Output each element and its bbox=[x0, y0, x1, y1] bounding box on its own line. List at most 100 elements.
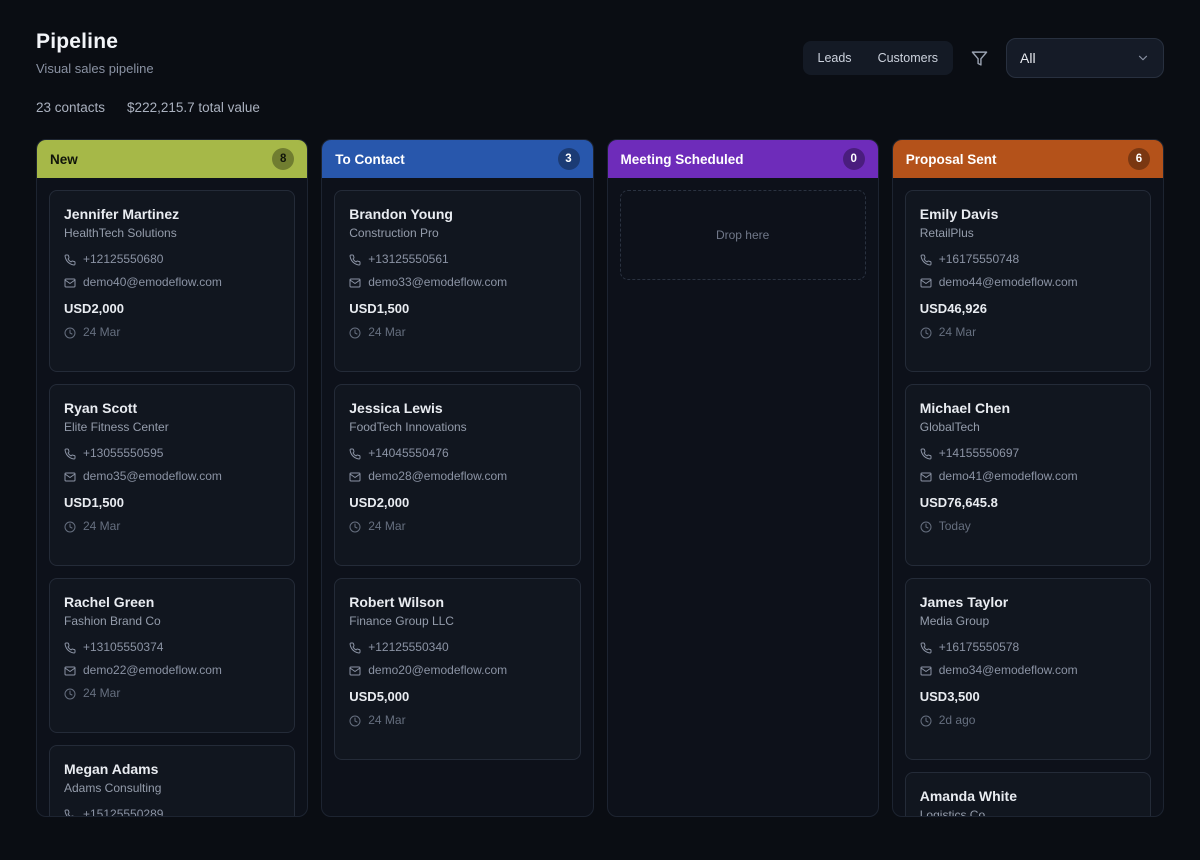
mail-icon bbox=[920, 665, 932, 677]
drop-zone[interactable]: Drop here bbox=[620, 190, 866, 280]
contact-name: Emily Davis bbox=[920, 205, 1136, 223]
column-title: Proposal Sent bbox=[906, 152, 997, 167]
contact-date-row: Today bbox=[920, 518, 1136, 535]
contact-name: Megan Adams bbox=[64, 760, 280, 778]
page-header: Pipeline Visual sales pipeline Leads Cus… bbox=[36, 30, 1164, 78]
pipeline-column: New 8 Jennifer Martinez HealthTech Solut… bbox=[36, 139, 308, 817]
tab-customers[interactable]: Customers bbox=[865, 43, 951, 73]
contact-phone-row: +16175550578 bbox=[920, 639, 1136, 656]
contact-phone-row: +12125550340 bbox=[349, 639, 565, 656]
mail-icon bbox=[64, 277, 76, 289]
contact-date-row: 24 Mar bbox=[349, 712, 565, 729]
contact-phone: +12125550340 bbox=[368, 639, 448, 656]
phone-icon bbox=[64, 448, 76, 460]
contact-email-row: demo44@emodeflow.com bbox=[920, 274, 1136, 291]
contact-value: USD46,926 bbox=[920, 299, 1136, 318]
view-tab-group: Leads Customers bbox=[803, 41, 954, 75]
column-body: Jennifer Martinez HealthTech Solutions +… bbox=[37, 178, 307, 816]
column-body: Drop here bbox=[608, 178, 878, 816]
contact-phone: +13105550374 bbox=[83, 639, 163, 656]
phone-icon bbox=[920, 254, 932, 266]
chevron-down-icon bbox=[1136, 51, 1150, 65]
contact-card[interactable]: Jennifer Martinez HealthTech Solutions +… bbox=[49, 190, 295, 372]
contact-card[interactable]: Emily Davis RetailPlus +16175550748 demo… bbox=[905, 190, 1151, 372]
contact-card[interactable]: Jessica Lewis FoodTech Innovations +1404… bbox=[334, 384, 580, 566]
contact-email: demo22@emodeflow.com bbox=[83, 662, 222, 679]
clock-icon bbox=[64, 688, 76, 700]
contact-phone: +13055550595 bbox=[83, 445, 163, 462]
tab-leads[interactable]: Leads bbox=[805, 43, 865, 73]
contact-phone: +16175550748 bbox=[939, 251, 1019, 268]
contact-date: Today bbox=[939, 518, 971, 535]
contact-date: 24 Mar bbox=[83, 324, 120, 341]
column-count-badge: 0 bbox=[843, 148, 865, 170]
contact-name: Ryan Scott bbox=[64, 399, 280, 417]
contacts-count: 23 contacts bbox=[36, 100, 105, 115]
contact-company: FoodTech Innovations bbox=[349, 419, 565, 435]
contact-company: Adams Consulting bbox=[64, 780, 280, 796]
phone-icon bbox=[920, 448, 932, 460]
contact-email: demo40@emodeflow.com bbox=[83, 274, 222, 291]
contact-card[interactable]: Robert Wilson Finance Group LLC +1212555… bbox=[334, 578, 580, 760]
contact-date-row: 2d ago bbox=[920, 712, 1136, 729]
contact-date-row: 24 Mar bbox=[64, 324, 280, 341]
contact-date: 24 Mar bbox=[939, 324, 976, 341]
contact-card[interactable]: Michael Chen GlobalTech +14155550697 dem… bbox=[905, 384, 1151, 566]
contact-card[interactable]: Brandon Young Construction Pro +13125550… bbox=[334, 190, 580, 372]
contact-company: Fashion Brand Co bbox=[64, 613, 280, 629]
clock-icon bbox=[64, 327, 76, 339]
mail-icon bbox=[64, 665, 76, 677]
column-body: Emily Davis RetailPlus +16175550748 demo… bbox=[893, 178, 1163, 816]
mail-icon bbox=[920, 471, 932, 483]
clock-icon bbox=[349, 715, 361, 727]
contact-card[interactable]: Megan Adams Adams Consulting +1512555028… bbox=[49, 745, 295, 816]
phone-icon bbox=[64, 254, 76, 266]
filter-dropdown[interactable]: All bbox=[1006, 38, 1164, 78]
contact-email: demo34@emodeflow.com bbox=[939, 662, 1078, 679]
contact-email-row: demo33@emodeflow.com bbox=[349, 274, 565, 291]
contact-card[interactable]: James Taylor Media Group +16175550578 de… bbox=[905, 578, 1151, 760]
summary-bar: 23 contacts $222,215.7 total value bbox=[36, 100, 1164, 115]
drop-zone-label: Drop here bbox=[716, 228, 769, 242]
title-block: Pipeline Visual sales pipeline bbox=[36, 30, 154, 76]
contact-card[interactable]: Ryan Scott Elite Fitness Center +1305555… bbox=[49, 384, 295, 566]
contact-email-row: demo41@emodeflow.com bbox=[920, 468, 1136, 485]
contact-company: Construction Pro bbox=[349, 225, 565, 241]
contact-email-row: demo20@emodeflow.com bbox=[349, 662, 565, 679]
contact-email-row: demo28@emodeflow.com bbox=[349, 468, 565, 485]
contact-email: demo41@emodeflow.com bbox=[939, 468, 1078, 485]
phone-icon bbox=[349, 448, 361, 460]
contact-value: USD76,645.8 bbox=[920, 493, 1136, 512]
pipeline-column: Meeting Scheduled 0 Drop here bbox=[607, 139, 879, 817]
total-value: $222,215.7 total value bbox=[127, 100, 260, 115]
contact-name: Michael Chen bbox=[920, 399, 1136, 417]
contact-date-row: 24 Mar bbox=[349, 518, 565, 535]
contact-company: Elite Fitness Center bbox=[64, 419, 280, 435]
column-header: To Contact 3 bbox=[322, 140, 592, 178]
contact-phone: +15125550289 bbox=[83, 806, 163, 816]
contact-name: Amanda White bbox=[920, 787, 1136, 805]
contact-email-row: demo22@emodeflow.com bbox=[64, 662, 280, 679]
contact-phone-row: +14045550476 bbox=[349, 445, 565, 462]
contact-value: USD1,500 bbox=[349, 299, 565, 318]
column-title: Meeting Scheduled bbox=[621, 152, 744, 167]
contact-date: 24 Mar bbox=[368, 324, 405, 341]
contact-name: Jennifer Martinez bbox=[64, 205, 280, 223]
contact-company: GlobalTech bbox=[920, 419, 1136, 435]
column-title: New bbox=[50, 152, 78, 167]
contact-email-row: demo40@emodeflow.com bbox=[64, 274, 280, 291]
contact-date: 2d ago bbox=[939, 712, 976, 729]
column-header: New 8 bbox=[37, 140, 307, 178]
contact-phone-row: +13105550374 bbox=[64, 639, 280, 656]
contact-email: demo44@emodeflow.com bbox=[939, 274, 1078, 291]
page-title: Pipeline bbox=[36, 30, 154, 54]
contact-email: demo33@emodeflow.com bbox=[368, 274, 507, 291]
contact-card[interactable]: Rachel Green Fashion Brand Co +131055503… bbox=[49, 578, 295, 733]
pipeline-column: To Contact 3 Brandon Young Construction … bbox=[321, 139, 593, 817]
contact-email-row: demo35@emodeflow.com bbox=[64, 468, 280, 485]
pipeline-column: Proposal Sent 6 Emily Davis RetailPlus +… bbox=[892, 139, 1164, 817]
contact-card[interactable]: Amanda White Logistics Co +12025550443 bbox=[905, 772, 1151, 816]
filter-button[interactable] bbox=[967, 46, 992, 71]
clock-icon bbox=[920, 327, 932, 339]
contact-phone: +16175550578 bbox=[939, 639, 1019, 656]
